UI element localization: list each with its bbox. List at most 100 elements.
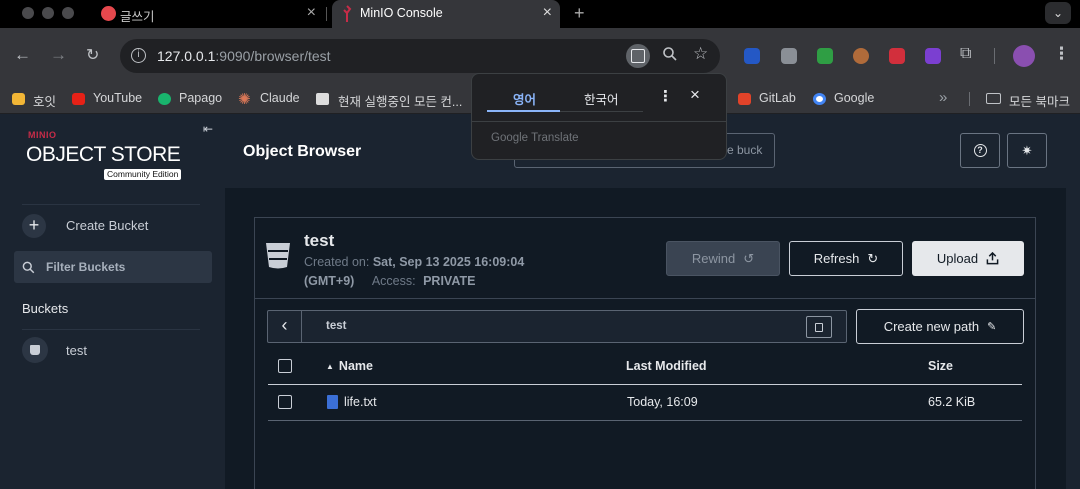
bookmark-running-all[interactable]: 현재 실행중인 모든 컨...	[338, 91, 462, 110]
buckets-heading: Buckets	[22, 301, 69, 316]
zoom-icon[interactable]	[662, 46, 678, 65]
brand-object-store: OBJECT STORE	[26, 143, 181, 166]
folder-icon	[986, 93, 1001, 104]
address-bar[interactable]: i 127.0.0.1:9090/browser/test ☆	[120, 39, 720, 73]
youtube-icon	[72, 93, 85, 105]
divider	[255, 298, 1035, 299]
timezone: (GMT+9)	[304, 274, 355, 288]
bookmark-papago[interactable]: Papago	[179, 91, 222, 105]
extension-play-icon[interactable]	[889, 48, 905, 64]
sun-icon: ✷	[1021, 142, 1033, 158]
tab-write[interactable]: 글쓰기 ×	[92, 0, 324, 28]
tab-search-chevron-icon[interactable]: ⌄	[1045, 2, 1071, 24]
collapse-sidebar-icon[interactable]: ⇤	[203, 122, 213, 136]
bookmark-hoit[interactable]: 호잇	[33, 91, 56, 110]
close-icon[interactable]: ×	[690, 85, 700, 105]
sidebar: MINIO OBJECT STORE Community Edition ⇤ +…	[0, 114, 225, 489]
copy-icon	[815, 323, 823, 332]
scrollbar-track[interactable]	[1066, 114, 1080, 489]
site-info-icon[interactable]: i	[131, 48, 146, 63]
extension-monster-icon[interactable]	[925, 48, 941, 64]
column-header-size[interactable]: Size	[928, 359, 953, 373]
window-minimize-dot[interactable]	[42, 7, 54, 19]
create-new-path-button[interactable]: Create new path ✎	[856, 309, 1024, 344]
back-arrow-icon[interactable]: ←	[14, 45, 31, 65]
profile-avatar[interactable]	[1013, 45, 1035, 67]
window-zoom-dot[interactable]	[62, 7, 74, 19]
bookmark-thumbs-icon	[12, 93, 25, 105]
divider	[560, 111, 643, 112]
brand-minio: MINIO	[28, 130, 57, 140]
refresh-icon: ↻	[867, 250, 879, 266]
kebab-menu-icon[interactable]: ⋮	[1053, 44, 1070, 64]
close-icon[interactable]: ×	[307, 4, 316, 22]
bucket-title: test	[304, 231, 335, 250]
bucket-name: test	[66, 342, 87, 358]
bucket-created-line: Created on: Sat, Sep 13 2025 16:09:04	[304, 255, 524, 269]
window-close-dot[interactable]	[22, 7, 34, 19]
column-header-modified[interactable]: Last Modified	[626, 359, 707, 373]
filter-buckets-input[interactable]: Filter Buckets	[14, 251, 212, 283]
minio-favicon-icon	[343, 5, 352, 22]
new-tab-icon[interactable]: +	[574, 3, 585, 24]
extension-docs-icon[interactable]	[744, 48, 760, 64]
bookmark-gitlab[interactable]: GitLab	[759, 91, 796, 105]
filter-placeholder: Filter Buckets	[46, 260, 126, 274]
row-checkbox[interactable]	[278, 395, 292, 409]
upload-icon	[986, 252, 999, 265]
bookmarks-overflow-icon[interactable]: »	[939, 89, 947, 106]
close-icon[interactable]: ×	[543, 4, 552, 22]
tab-separator	[326, 7, 327, 21]
bookmark-all-bookmarks[interactable]: 모든 북마크	[1009, 91, 1070, 110]
screen: 글쓰기 × MinIO Console × + ⌄ ← → ↻ i 127.0.…	[0, 0, 1080, 489]
extension-flag-icon[interactable]	[817, 48, 833, 64]
file-name-cell[interactable]: life.txt	[327, 395, 377, 409]
reload-icon[interactable]: ↻	[86, 45, 99, 65]
breadcrumb-path[interactable]: test	[326, 320, 346, 332]
breadcrumb: ‹ test	[267, 310, 847, 343]
bucket-large-icon	[266, 243, 290, 269]
upload-button[interactable]: Upload	[912, 241, 1024, 276]
claude-icon: ✺	[238, 91, 251, 108]
refresh-button[interactable]: Refresh ↻	[789, 241, 903, 276]
bookmark-google[interactable]: Google	[834, 91, 874, 105]
translate-icon[interactable]	[626, 44, 650, 68]
url-host: 127.0.0.1	[157, 48, 216, 64]
translate-source-tab[interactable]: 영어	[513, 89, 536, 108]
help-button[interactable]: ?	[960, 133, 1000, 168]
papago-icon	[158, 93, 171, 105]
file-modified: Today, 16:09	[627, 395, 698, 409]
rewind-button[interactable]: Rewind ↺	[666, 241, 780, 276]
created-label: Created on:	[304, 255, 370, 269]
sidebar-item-test[interactable]: test	[22, 337, 202, 363]
create-bucket-button[interactable]: + Create Bucket	[22, 213, 202, 238]
kebab-menu-icon[interactable]: ⋮	[658, 87, 673, 105]
extension-face-icon[interactable]	[853, 48, 869, 64]
refresh-label: Refresh	[813, 251, 860, 266]
theme-toggle-button[interactable]: ✷	[1007, 133, 1047, 168]
back-chevron-icon[interactable]: ‹	[268, 311, 302, 342]
copy-path-button[interactable]	[806, 316, 832, 338]
search-partial-text: e buck	[727, 143, 763, 157]
extension-printer-icon[interactable]	[781, 48, 797, 64]
url-text[interactable]: 127.0.0.1:9090/browser/test	[157, 48, 331, 64]
new-folder-icon: ✎	[987, 321, 997, 333]
access-value: PRIVATE	[423, 274, 476, 288]
bookmark-claude[interactable]: Claude	[260, 91, 300, 105]
file-size: 65.2 KiB	[928, 395, 976, 409]
tab-minio-console[interactable]: MinIO Console ×	[332, 0, 560, 28]
create-path-label: Create new path	[883, 319, 980, 334]
search-icon	[22, 261, 35, 274]
translate-tab-indicator	[487, 110, 560, 112]
forward-arrow-icon[interactable]: →	[50, 45, 67, 65]
column-header-name[interactable]: ▲ Name	[326, 359, 373, 373]
translate-target-tab[interactable]: 한국어	[584, 89, 619, 108]
extensions-puzzle-icon[interactable]: ⧉	[960, 45, 971, 63]
github-icon	[316, 93, 329, 105]
select-all-checkbox[interactable]	[278, 359, 292, 373]
bookmark-youtube[interactable]: YouTube	[93, 91, 142, 105]
created-value: Sat, Sep 13 2025 16:09:04	[372, 255, 525, 269]
column-name-label: Name	[338, 359, 373, 373]
bookmark-star-icon[interactable]: ☆	[693, 44, 708, 64]
create-bucket-label: Create Bucket	[66, 218, 149, 233]
